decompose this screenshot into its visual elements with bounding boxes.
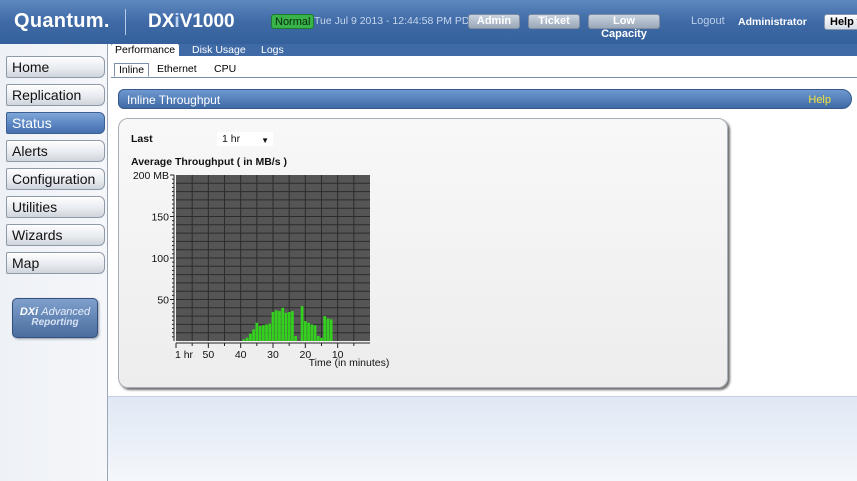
time-range-value: 1 hr (222, 133, 241, 145)
y-tick-label: 150 (151, 212, 169, 224)
x-tick-label: 40 (235, 349, 247, 361)
bar (284, 312, 288, 341)
product-model: V1000 (179, 11, 235, 32)
ticket-button[interactable]: Ticket (528, 14, 580, 29)
advanced-reporting-button[interactable]: DXi Advanced Reporting (12, 298, 98, 338)
system-status-badge[interactable]: Normal (271, 14, 315, 29)
x-tick-label: 30 (267, 349, 279, 361)
bar (265, 324, 268, 341)
sidebar-item-status[interactable]: Status (6, 112, 105, 134)
sidebar-item-home[interactable]: Home (6, 56, 105, 78)
bar (278, 311, 281, 341)
throughput-panel: Last 1 hr ▼ Average Throughput ( in MB/s… (118, 118, 728, 388)
sidebar-item-configuration[interactable]: Configuration (6, 168, 105, 190)
header-divider (125, 9, 126, 35)
sidebar: Home Replication Status Alerts Configura… (0, 44, 108, 481)
bar (281, 307, 285, 341)
quantum-logo: Quantum. (14, 10, 110, 32)
product-name: DXiV1000 (148, 11, 235, 33)
bar (316, 336, 320, 341)
reporting-line2: Reporting (31, 317, 79, 328)
panel-title: Inline Throughput (127, 93, 221, 107)
bar (268, 323, 272, 341)
admin-button[interactable]: Admin (468, 14, 520, 29)
panel-help-link[interactable]: Help (808, 94, 831, 106)
sidebar-item-replication[interactable]: Replication (6, 84, 105, 106)
logout-link[interactable]: Logout (691, 15, 725, 27)
bar (242, 339, 246, 341)
bar (300, 306, 304, 341)
time-range-select[interactable]: 1 hr ▼ (217, 132, 273, 146)
subtab-cpu[interactable]: CPU (210, 63, 240, 77)
bar (261, 325, 265, 341)
low-capacity-button[interactable]: Low Capacity (588, 14, 660, 40)
bar (255, 322, 259, 341)
bar (323, 316, 327, 341)
footer-band (108, 396, 857, 481)
bar (274, 310, 278, 341)
x-tick-label: 1 hr (175, 349, 194, 361)
bar (291, 311, 294, 341)
throughput-chart: 200 MB15010050 1 hr 50 40 30 20 10 Time (in m… (133, 170, 390, 369)
bar (326, 318, 330, 341)
bar (248, 333, 252, 341)
sidebar-item-alerts[interactable]: Alerts (6, 140, 105, 162)
help-menu-button[interactable]: Help ▾ (824, 14, 857, 30)
y-tick-label: 50 (157, 295, 169, 307)
bar (307, 322, 310, 341)
top-tabs: Performance Disk Usage Logs (111, 44, 857, 56)
bar (313, 325, 317, 341)
sidebar-item-map[interactable]: Map (6, 252, 105, 274)
chart-title: Average Throughput ( in MB/s ) (131, 156, 287, 168)
current-user: Administrator (738, 16, 807, 28)
x-axis-title: Time (in minutes) (309, 357, 390, 369)
last-label: Last (131, 133, 153, 145)
y-tick-label: 200 MB (133, 170, 169, 182)
app-header: Quantum. DXiV1000 Normal Tue Jul 9 2013 … (0, 0, 857, 44)
tab-performance[interactable]: Performance (111, 44, 180, 56)
bar (245, 337, 249, 341)
chevron-down-icon: ▼ (261, 136, 269, 145)
bar (252, 329, 255, 341)
bar (320, 337, 323, 341)
tab-logs[interactable]: Logs (257, 44, 288, 56)
bar (329, 319, 333, 341)
sidebar-item-wizards[interactable]: Wizards (6, 224, 105, 246)
subtab-inline[interactable]: Inline (114, 63, 150, 77)
x-tick-label: 50 (202, 349, 214, 361)
y-axis: 200 MB 150 100 50 (133, 170, 175, 341)
sidebar-item-utilities[interactable]: Utilities (6, 196, 105, 218)
product-prefix: DX (148, 11, 175, 32)
tab-disk-usage[interactable]: Disk Usage (188, 44, 250, 56)
subtab-ethernet[interactable]: Ethernet (153, 63, 201, 77)
panel-title-bar: Inline Throughput Help (118, 89, 852, 109)
bar (271, 311, 275, 341)
y-tick-label: 100 (151, 253, 169, 265)
bar (294, 336, 298, 341)
header-datetime: Tue Jul 9 2013 - 12:44:58 PM PDT (314, 15, 476, 27)
bar (303, 321, 307, 341)
bar (310, 324, 314, 341)
bar (287, 311, 291, 341)
bar (258, 326, 262, 341)
sub-tabs: Inline Ethernet CPU (111, 60, 857, 78)
